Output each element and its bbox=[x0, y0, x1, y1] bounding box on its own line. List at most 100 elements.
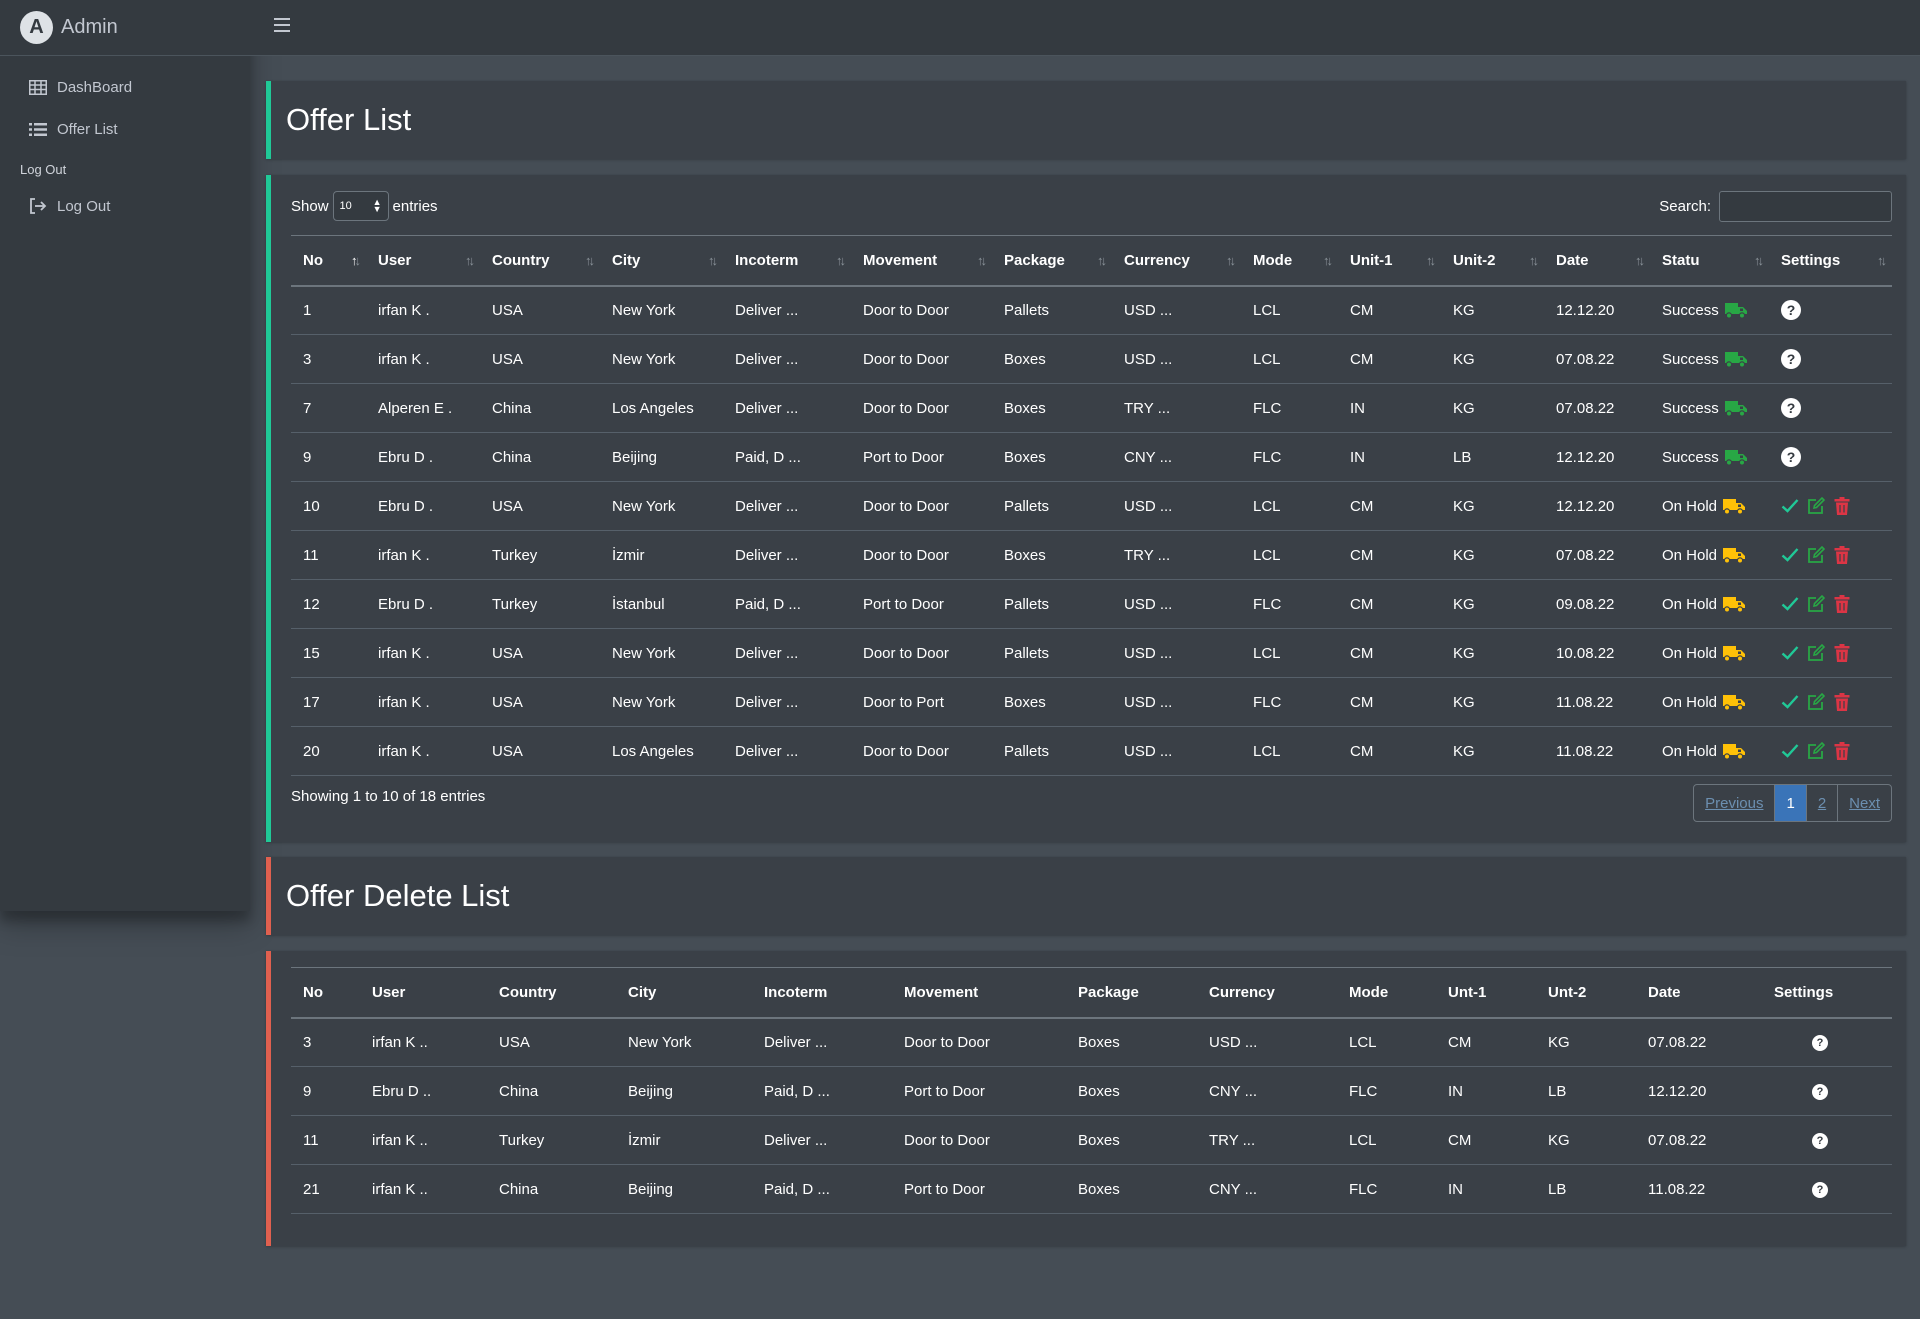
column-header-unit-2[interactable]: Unit-2 ↑↓ bbox=[1441, 235, 1544, 287]
sidebar-nav: DashBoard Offer List Log Out Log Out bbox=[0, 56, 250, 227]
delete-trash-icon[interactable] bbox=[1833, 546, 1851, 564]
edit-icon[interactable] bbox=[1807, 644, 1825, 662]
sort-icon: ↑↓ bbox=[1097, 253, 1107, 268]
status-badge: Success bbox=[1662, 301, 1769, 319]
cell-country: USA bbox=[480, 285, 600, 335]
column-header-currency[interactable]: Currency ↑↓ bbox=[1112, 235, 1241, 287]
table-row: 15 irfan K . USA New York Deliver ... Door to… bbox=[291, 628, 1892, 678]
edit-icon[interactable] bbox=[1807, 595, 1825, 613]
brand[interactable]: A Admin bbox=[0, 0, 250, 56]
cell-movement: Door to Door bbox=[851, 481, 992, 531]
cell-user: irfan K . bbox=[366, 677, 480, 727]
cell-date: 11.08.22 bbox=[1544, 677, 1650, 727]
sidebar-item-dashboard[interactable]: DashBoard bbox=[0, 66, 250, 108]
cell-status: On Hold bbox=[1650, 726, 1769, 776]
edit-icon[interactable] bbox=[1807, 693, 1825, 711]
column-header-mode: Mode bbox=[1337, 967, 1436, 1019]
edit-icon[interactable] bbox=[1807, 546, 1825, 564]
column-header-date[interactable]: Date ↑↓ bbox=[1544, 235, 1650, 287]
sort-icon: ↑↓ bbox=[1529, 253, 1539, 268]
cell-currency: USD ... bbox=[1112, 677, 1241, 727]
cell-date: 07.08.22 bbox=[1544, 530, 1650, 580]
cell-no: 3 bbox=[291, 1017, 360, 1067]
question-circle-icon[interactable]: ? bbox=[1812, 1084, 1828, 1100]
table-row: 7 Alperen E . China Los Angeles Deliver ... D… bbox=[291, 383, 1892, 433]
delete-trash-icon[interactable] bbox=[1833, 742, 1851, 760]
approve-check-icon[interactable] bbox=[1781, 742, 1799, 760]
column-header-country[interactable]: Country ↑↓ bbox=[480, 235, 600, 287]
column-header-package[interactable]: Package ↑↓ bbox=[992, 235, 1112, 287]
approve-check-icon[interactable] bbox=[1781, 644, 1799, 662]
cell-date: 11.08.22 bbox=[1636, 1164, 1762, 1214]
pagination-next[interactable]: Next bbox=[1837, 785, 1891, 821]
cell-movement: Door to Door bbox=[851, 726, 992, 776]
cell-settings bbox=[1769, 726, 1892, 776]
cell-city: New York bbox=[600, 334, 723, 384]
question-circle-icon[interactable]: ? bbox=[1812, 1133, 1828, 1149]
truck-icon bbox=[1722, 644, 1746, 662]
question-circle-icon[interactable]: ? bbox=[1781, 447, 1801, 467]
cell-date: 07.08.22 bbox=[1636, 1017, 1762, 1067]
column-header-city[interactable]: City ↑↓ bbox=[600, 235, 723, 287]
column-header-mode[interactable]: Mode ↑↓ bbox=[1241, 235, 1338, 287]
sidebar-section-header: Log Out bbox=[20, 162, 67, 177]
table-row: 12 Ebru D . Turkey İstanbul Paid, D ... Port … bbox=[291, 579, 1892, 629]
search-input[interactable] bbox=[1719, 191, 1892, 222]
top-navbar bbox=[250, 0, 1920, 56]
sidebar-item-logout[interactable]: Log Out bbox=[0, 185, 250, 227]
pagination-page-2[interactable]: 2 bbox=[1805, 785, 1837, 821]
cell-city: Beijing bbox=[616, 1066, 752, 1116]
row-actions bbox=[1781, 742, 1892, 760]
sidebar-item-offer-list[interactable]: Offer List bbox=[0, 108, 250, 150]
approve-check-icon[interactable] bbox=[1781, 693, 1799, 711]
pagination-previous[interactable]: Previous bbox=[1694, 785, 1774, 821]
sidebar-item-label: DashBoard bbox=[57, 78, 133, 96]
delete-trash-icon[interactable] bbox=[1833, 644, 1851, 662]
column-header-user[interactable]: User ↑↓ bbox=[366, 235, 480, 287]
column-header-incoterm[interactable]: Incoterm ↑↓ bbox=[723, 235, 851, 287]
cell-unit2: KG bbox=[1441, 285, 1544, 335]
cell-package: Boxes bbox=[1066, 1115, 1197, 1165]
column-header-unit-1[interactable]: Unit-1 ↑↓ bbox=[1338, 235, 1441, 287]
question-circle-icon[interactable]: ? bbox=[1781, 398, 1801, 418]
approve-check-icon[interactable] bbox=[1781, 546, 1799, 564]
approve-check-icon[interactable] bbox=[1781, 595, 1799, 613]
cell-mode: LCL bbox=[1241, 334, 1338, 384]
cell-settings: ? bbox=[1762, 1017, 1892, 1067]
column-header-no[interactable]: No ↑↓ bbox=[291, 235, 366, 287]
show-label: Show bbox=[291, 197, 329, 215]
cell-city: Beijing bbox=[600, 432, 723, 482]
cell-status: Success bbox=[1650, 285, 1769, 335]
cell-currency: USD ... bbox=[1112, 628, 1241, 678]
column-header-settings[interactable]: Settings ↑↓ bbox=[1769, 235, 1892, 287]
status-badge: Success bbox=[1662, 399, 1769, 417]
question-circle-icon[interactable]: ? bbox=[1781, 300, 1801, 321]
column-header-statu[interactable]: Statu ↑↓ bbox=[1650, 235, 1769, 287]
edit-icon[interactable] bbox=[1807, 742, 1825, 760]
cell-settings bbox=[1769, 677, 1892, 727]
table-row: 1 irfan K . USA New York Deliver ... Door to … bbox=[291, 285, 1892, 335]
truck-icon bbox=[1722, 742, 1746, 760]
cell-unit2: KG bbox=[1441, 677, 1544, 727]
delete-trash-icon[interactable] bbox=[1833, 693, 1851, 711]
delete-trash-icon[interactable] bbox=[1833, 595, 1851, 613]
table-info: Showing 1 to 10 of 18 entries bbox=[291, 788, 486, 805]
column-header-movement[interactable]: Movement ↑↓ bbox=[851, 235, 992, 287]
table-row: 9 Ebru D . China Beijing Paid, D ... Port to … bbox=[291, 432, 1892, 482]
approve-check-icon[interactable] bbox=[1781, 497, 1799, 515]
cell-movement: Door to Door bbox=[851, 285, 992, 335]
cell-date: 12.12.20 bbox=[1636, 1066, 1762, 1116]
status-text: Success bbox=[1662, 399, 1719, 417]
cell-currency: CNY ... bbox=[1197, 1066, 1337, 1116]
delete-trash-icon[interactable] bbox=[1833, 497, 1851, 515]
question-circle-icon[interactable]: ? bbox=[1812, 1182, 1828, 1198]
menu-toggle-icon[interactable] bbox=[274, 18, 290, 32]
cell-currency: TRY ... bbox=[1197, 1115, 1337, 1165]
question-circle-icon[interactable]: ? bbox=[1781, 349, 1801, 369]
page-size-select[interactable]: 10 ▲ ▼ bbox=[332, 191, 389, 221]
pagination-page-1[interactable]: 1 bbox=[1774, 785, 1806, 821]
edit-icon[interactable] bbox=[1807, 497, 1825, 515]
cell-currency: USD ... bbox=[1112, 285, 1241, 335]
cell-date: 12.12.20 bbox=[1544, 285, 1650, 335]
question-circle-icon[interactable]: ? bbox=[1812, 1035, 1828, 1052]
